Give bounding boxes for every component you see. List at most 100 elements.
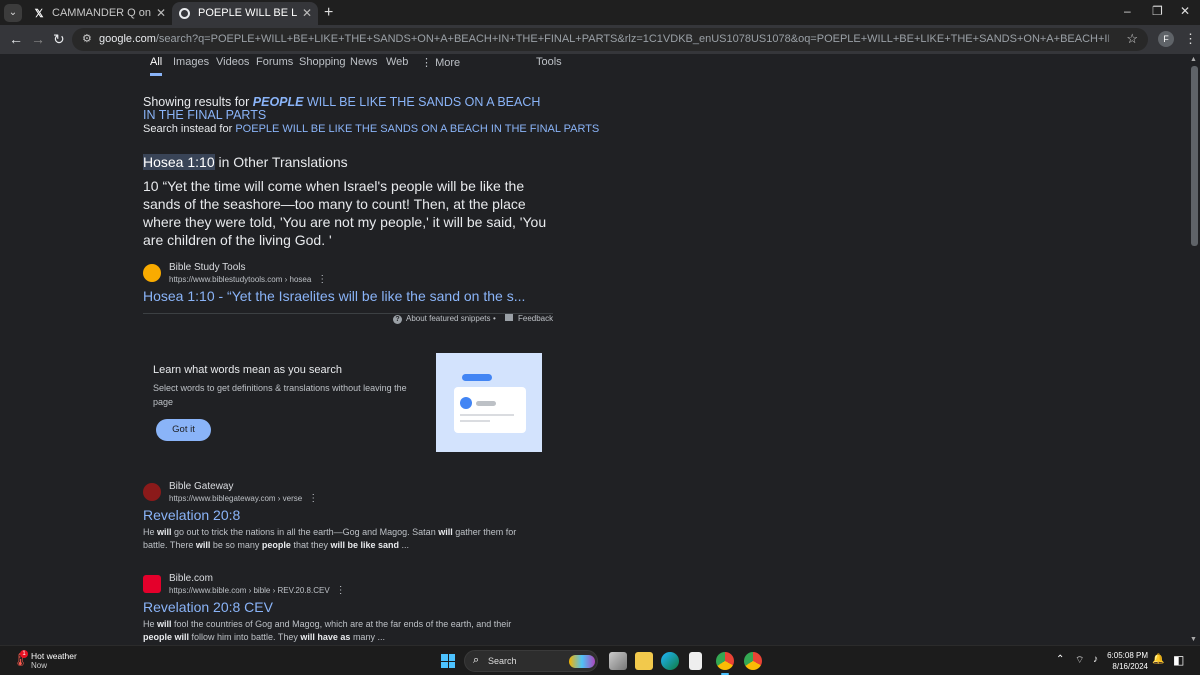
result-source[interactable]: Bible.com https://www.bible.com › bible …	[143, 573, 563, 597]
file-explorer-icon[interactable]	[635, 652, 653, 670]
original-query-link[interactable]: POEPLE WILL BE LIKE THE SANDS ON A BEACH…	[235, 123, 599, 135]
edge-browser-icon[interactable]	[661, 652, 679, 670]
scroll-up-icon[interactable]: ▲	[1190, 56, 1197, 63]
more-options-icon[interactable]: ⋮	[336, 585, 346, 596]
back-arrow-icon[interactable]: ←	[9, 31, 23, 47]
separator-dot: •	[493, 314, 496, 323]
about-featured-snippets[interactable]: ? About featured snippets	[393, 314, 491, 324]
tab-all[interactable]: All	[150, 56, 163, 76]
more-dots-icon: ⋮	[421, 57, 436, 69]
text-line	[460, 414, 514, 416]
page-scrollbar[interactable]: ▲ ▼	[1188, 54, 1200, 645]
featured-source[interactable]: Bible Study Tools https://www.biblestudy…	[143, 262, 563, 286]
tab-close-icon[interactable]: ✕	[156, 2, 166, 25]
chrome-profile-icon[interactable]	[716, 652, 734, 675]
bell-icon[interactable]: 🔔	[1152, 654, 1164, 665]
source-name: Bible Gateway	[169, 481, 234, 492]
result-snippet: He will go out to trick the nations in a…	[143, 527, 517, 550]
feedback-link[interactable]: Feedback	[505, 314, 553, 323]
promo-illustration	[436, 353, 542, 452]
tab-x-post[interactable]: 𝕏 CAMMANDER Q on X: "THIS IT ✕	[26, 2, 172, 25]
tab-search-menu-button[interactable]: ⌄	[4, 4, 22, 22]
minimize-button[interactable]: –	[1124, 4, 1131, 18]
tab-title: CAMMANDER Q on X: "THIS IT	[52, 7, 152, 19]
result-source[interactable]: Bible Gateway https://www.biblegateway.c…	[143, 481, 563, 505]
weather-title[interactable]: Hot weather	[31, 651, 77, 661]
notification-center-icon[interactable]: ◧	[1173, 653, 1189, 669]
tab-shopping[interactable]: Shopping	[299, 56, 346, 68]
featured-result-link[interactable]: Hosea 1:10 - “Yet the Israelites will be…	[143, 288, 525, 304]
windows-taskbar: 🌡 1 Hot weather Now ⌕ Search ⌃ ⌔ ♪ 6:05:…	[0, 645, 1200, 675]
document-icon[interactable]	[689, 652, 702, 670]
help-icon: ?	[393, 315, 402, 324]
profile-avatar[interactable]: F	[1158, 31, 1174, 47]
tab-title: POEPLE WILL BE LIKE THE SANDS	[198, 7, 298, 19]
tab-videos[interactable]: Videos	[216, 56, 249, 68]
text-line	[476, 401, 496, 406]
bookmark-star-icon[interactable]: ☆	[1126, 31, 1138, 47]
search-highlight-art	[569, 655, 595, 668]
more-options-icon[interactable]: ⋮	[317, 274, 327, 285]
weather-subtitle: Now	[31, 661, 48, 670]
tab-news[interactable]: News	[350, 56, 378, 68]
scrollbar-thumb[interactable]	[1191, 66, 1198, 246]
windows-start-icon[interactable]	[441, 654, 455, 668]
wifi-icon[interactable]: ⌔	[1075, 654, 1084, 667]
biblegateway-logo-icon	[143, 483, 161, 501]
tab-forums[interactable]: Forums	[256, 56, 293, 68]
close-window-button[interactable]: ✕	[1180, 4, 1190, 18]
forward-arrow-icon[interactable]: →	[31, 31, 45, 47]
tab-close-icon[interactable]: ✕	[302, 2, 312, 25]
tab-tools[interactable]: Tools	[536, 56, 562, 68]
feedback-icon	[505, 314, 513, 321]
result-title-link[interactable]: Revelation 20:8 CEV	[143, 599, 273, 615]
google-icon	[179, 8, 190, 19]
url-text: google.com/search?q=POEPLE+WILL+BE+LIKE+…	[99, 33, 1109, 45]
search-results-page: All Images Videos Forums Shopping News W…	[0, 54, 1200, 645]
tab-web[interactable]: Web	[386, 56, 408, 68]
highlighted-reference: Hosea 1:10	[143, 154, 215, 170]
promo-body: Select words to get definitions & transl…	[153, 383, 407, 407]
address-bar[interactable]: ⚙ google.com/search?q=POEPLE+WILL+BE+LIK…	[72, 28, 1148, 51]
chrome-icon[interactable]	[744, 652, 762, 670]
featured-snippet-text: 10 “Yet the time will come when Israel's…	[143, 178, 547, 248]
result-title-link[interactable]: Revelation 20:8	[143, 507, 240, 523]
maximize-button[interactable]: ❐	[1152, 4, 1163, 18]
biblestudytools-logo-icon	[143, 264, 161, 282]
search-icon: ⌕	[473, 654, 480, 666]
new-tab-button[interactable]: +	[324, 2, 333, 24]
search-instead-for: Search instead for POEPLE WILL BE LIKE T…	[143, 123, 600, 135]
promo-title: Learn what words mean as you search	[153, 364, 342, 376]
tab-strip: ⌄ 𝕏 CAMMANDER Q on X: "THIS IT ✕ POEPLE …	[0, 0, 1200, 25]
system-clock[interactable]: 6:05:08 PM 8/16/2024	[1104, 650, 1148, 672]
clock-date: 8/16/2024	[1112, 662, 1148, 671]
site-info-icon[interactable]: ⚙	[82, 32, 92, 45]
taskbar-search-label: Search	[488, 656, 517, 666]
text-line	[460, 420, 490, 422]
featured-snippet-heading: Hosea 1:10 in Other Translations	[143, 154, 348, 170]
browser-toolbar: ← → ↻ ⚙ google.com/search?q=POEPLE+WILL+…	[0, 25, 1200, 54]
taskbar-search-box[interactable]: ⌕ Search	[464, 650, 598, 672]
result-snippet: He will fool the countries of Gog and Ma…	[143, 619, 512, 642]
tab-google-search[interactable]: POEPLE WILL BE LIKE THE SANDS ✕	[172, 2, 318, 25]
bible-com-logo-icon	[143, 575, 161, 593]
browser-menu-icon[interactable]: ⋮	[1184, 31, 1197, 47]
source-cite: https://www.biblegateway.com › verse ⋮	[169, 493, 319, 504]
source-cite: https://www.biblestudytools.com › hosea ⋮	[169, 274, 328, 285]
scroll-down-icon[interactable]: ▼	[1190, 636, 1197, 643]
showing-results-for: Showing results for PEOPLE WILL BE LIKE …	[143, 95, 541, 122]
card-shape	[454, 387, 526, 433]
speaker-icon	[460, 397, 472, 409]
weather-badge: 1	[20, 650, 28, 658]
more-options-icon[interactable]: ⋮	[308, 493, 318, 504]
got-it-button[interactable]: Got it	[156, 419, 211, 441]
task-view-icon[interactable]	[609, 652, 627, 670]
source-name: Bible Study Tools	[169, 262, 246, 273]
divider	[143, 313, 553, 314]
reload-icon[interactable]: ↻	[53, 31, 65, 47]
tab-more[interactable]: ⋮ More	[421, 56, 460, 69]
chevron-up-icon[interactable]: ⌃	[1056, 654, 1064, 665]
source-name: Bible.com	[169, 573, 213, 584]
tab-images[interactable]: Images	[173, 56, 209, 68]
volume-muted-icon[interactable]: ♪	[1093, 654, 1098, 665]
